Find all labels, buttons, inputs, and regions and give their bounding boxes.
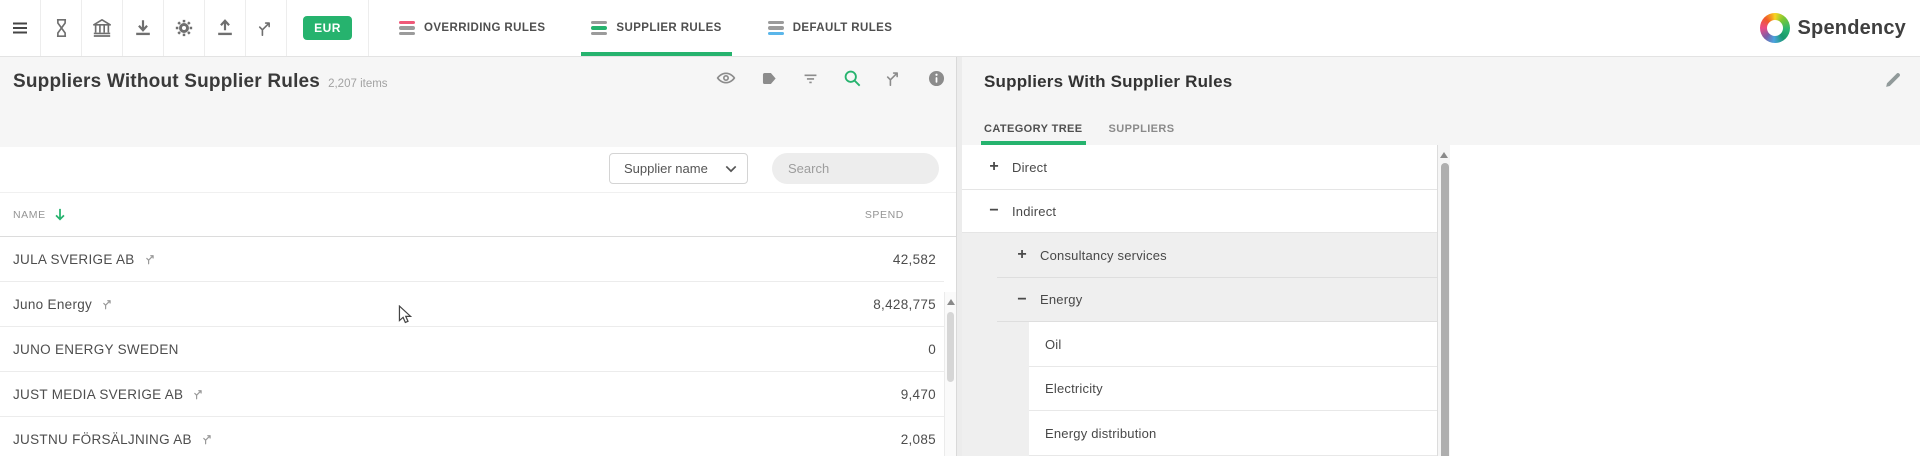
expand-toggle[interactable]: + <box>987 158 1001 176</box>
category-tree: + Direct − Indirect + Consultancy servic… <box>962 145 1437 456</box>
brand-logo: Spendency <box>1760 13 1907 43</box>
table-row[interactable]: JULA SVERIGE AB 42,582 <box>0 237 944 282</box>
app-window: EUR OVERRIDING RULES SUPPLIER RULES DEFA… <box>0 0 1920 456</box>
branch-icon <box>145 253 157 265</box>
spend-value: 2,085 <box>901 432 936 447</box>
visibility-button[interactable] <box>716 68 736 88</box>
scrollbar-thumb[interactable] <box>1441 163 1449 456</box>
organization-button[interactable] <box>82 0 123 56</box>
top-toolbar: EUR OVERRIDING RULES SUPPLIER RULES DEFA… <box>0 0 1920 57</box>
gear-icon <box>174 18 194 38</box>
upload-icon <box>215 18 235 38</box>
table-scrollbar[interactable] <box>944 292 956 456</box>
bank-icon <box>92 18 112 38</box>
search-input[interactable] <box>788 161 964 176</box>
branch-icon <box>257 19 275 37</box>
hamburger-menu-button[interactable] <box>0 0 41 56</box>
scrollbar-thumb[interactable] <box>947 312 954 382</box>
tree-children-energy: Oil Electricity Energy distribution <box>1029 322 1437 456</box>
filter-button[interactable] <box>800 68 820 88</box>
overriding-rules-icon <box>399 21 415 35</box>
currency-selector[interactable]: EUR <box>287 0 369 56</box>
pencil-icon <box>1882 69 1904 91</box>
hamburger-icon <box>10 18 30 38</box>
right-panel-tabs: CATEGORY TREE SUPPLIERS <box>984 113 1174 145</box>
spend-value: 42,582 <box>893 252 936 267</box>
branch-icon <box>885 69 903 87</box>
tab-supplier-rules[interactable]: SUPPLIER RULES <box>591 0 721 56</box>
left-panel-actions <box>716 68 946 88</box>
table-row[interactable]: JUSTNU FÖRSÄLJNING AB 2,085 <box>0 417 944 456</box>
suppliers-with-rules-panel: Suppliers With Supplier Rules CATEGORY T… <box>962 57 1920 456</box>
category-tree-content: + Direct − Indirect + Consultancy servic… <box>962 145 1920 456</box>
tab-default-rules[interactable]: DEFAULT RULES <box>768 0 893 56</box>
default-rules-icon <box>768 21 784 35</box>
scroll-up-arrow-icon[interactable] <box>947 299 955 305</box>
hourglass-icon <box>52 18 71 38</box>
suppliers-without-rules-panel: Suppliers Without Supplier Rules 2,207 i… <box>0 57 957 456</box>
download-icon <box>133 18 153 38</box>
sort-descending-icon <box>53 207 67 222</box>
tree-node-energy[interactable]: − Energy <box>997 278 1437 322</box>
spendency-ring-icon <box>1760 13 1790 43</box>
scroll-up-arrow-icon[interactable] <box>1440 152 1448 158</box>
tree-node-direct[interactable]: + Direct <box>962 145 1437 190</box>
tree-children-indirect: + Consultancy services − Energy Oil Elec… <box>962 233 1437 456</box>
tab-suppliers[interactable]: SUPPLIERS <box>1109 113 1175 145</box>
search-box <box>772 153 939 184</box>
tree-node-consultancy-services[interactable]: + Consultancy services <box>997 233 1437 278</box>
collapse-toggle[interactable]: − <box>1015 291 1029 309</box>
items-count: 2,207 items <box>328 78 387 90</box>
column-header-spend[interactable]: SPEND <box>865 209 904 221</box>
table-row[interactable]: Juno Energy 8,428,775 <box>0 282 944 327</box>
export-button[interactable] <box>205 0 246 56</box>
tree-node-indirect[interactable]: − Indirect <box>962 190 1437 233</box>
branch-icon <box>102 298 114 310</box>
branch-icon <box>193 388 205 400</box>
table-row[interactable]: JUNO ENERGY SWEDEN 0 <box>0 327 944 372</box>
tab-category-tree[interactable]: CATEGORY TREE <box>984 113 1083 145</box>
import-button[interactable] <box>123 0 164 56</box>
hierarchy-button[interactable] <box>884 68 904 88</box>
tag-icon <box>759 69 778 88</box>
spend-value: 0 <box>928 342 936 357</box>
collapse-toggle[interactable]: − <box>987 202 1001 220</box>
table-row[interactable]: JUST MEDIA SVERIGE AB 9,470 <box>0 372 944 417</box>
spend-value: 9,470 <box>901 387 936 402</box>
eye-icon <box>716 68 736 88</box>
supplier-table: JULA SVERIGE AB 42,582 Juno Energy 8,428… <box>0 237 944 456</box>
brand-name: Spendency <box>1798 17 1907 40</box>
search-icon <box>842 68 862 88</box>
spend-value: 8,428,775 <box>873 297 936 312</box>
column-header-name[interactable]: NAME <box>13 207 67 222</box>
filter-icon <box>801 69 820 88</box>
supplier-rules-icon <box>591 21 607 35</box>
chevron-down-icon <box>725 165 737 173</box>
tree-node-electricity[interactable]: Electricity <box>1029 367 1437 411</box>
left-panel-title: Suppliers Without Supplier Rules <box>13 71 320 93</box>
right-panel-title: Suppliers With Supplier Rules <box>984 72 1232 92</box>
tree-scrollbar[interactable] <box>1437 145 1450 456</box>
tree-node-energy-distribution[interactable]: Energy distribution <box>1029 411 1437 456</box>
edit-button[interactable] <box>1882 69 1904 91</box>
left-panel-header: Suppliers Without Supplier Rules 2,207 i… <box>0 57 956 147</box>
branch-icon <box>202 433 214 445</box>
tree-node-oil[interactable]: Oil <box>1029 322 1437 367</box>
history-button[interactable] <box>41 0 82 56</box>
table-header: NAME SPEND <box>0 192 956 237</box>
tab-overriding-rules[interactable]: OVERRIDING RULES <box>399 0 545 56</box>
info-button[interactable] <box>926 68 946 88</box>
search-toggle-button[interactable] <box>842 68 862 88</box>
info-icon <box>927 69 946 88</box>
right-panel-header: Suppliers With Supplier Rules CATEGORY T… <box>962 57 1920 145</box>
settings-button[interactable] <box>164 0 205 56</box>
currency-badge: EUR <box>303 16 352 40</box>
expand-toggle[interactable]: + <box>1015 246 1029 264</box>
rules-nav-tabs: OVERRIDING RULES SUPPLIER RULES DEFAULT … <box>399 0 892 56</box>
table-toolbar: Supplier name <box>0 147 956 192</box>
tag-button[interactable] <box>758 68 778 88</box>
search-column-select[interactable]: Supplier name <box>609 153 748 184</box>
category-tree-button[interactable] <box>246 0 287 56</box>
